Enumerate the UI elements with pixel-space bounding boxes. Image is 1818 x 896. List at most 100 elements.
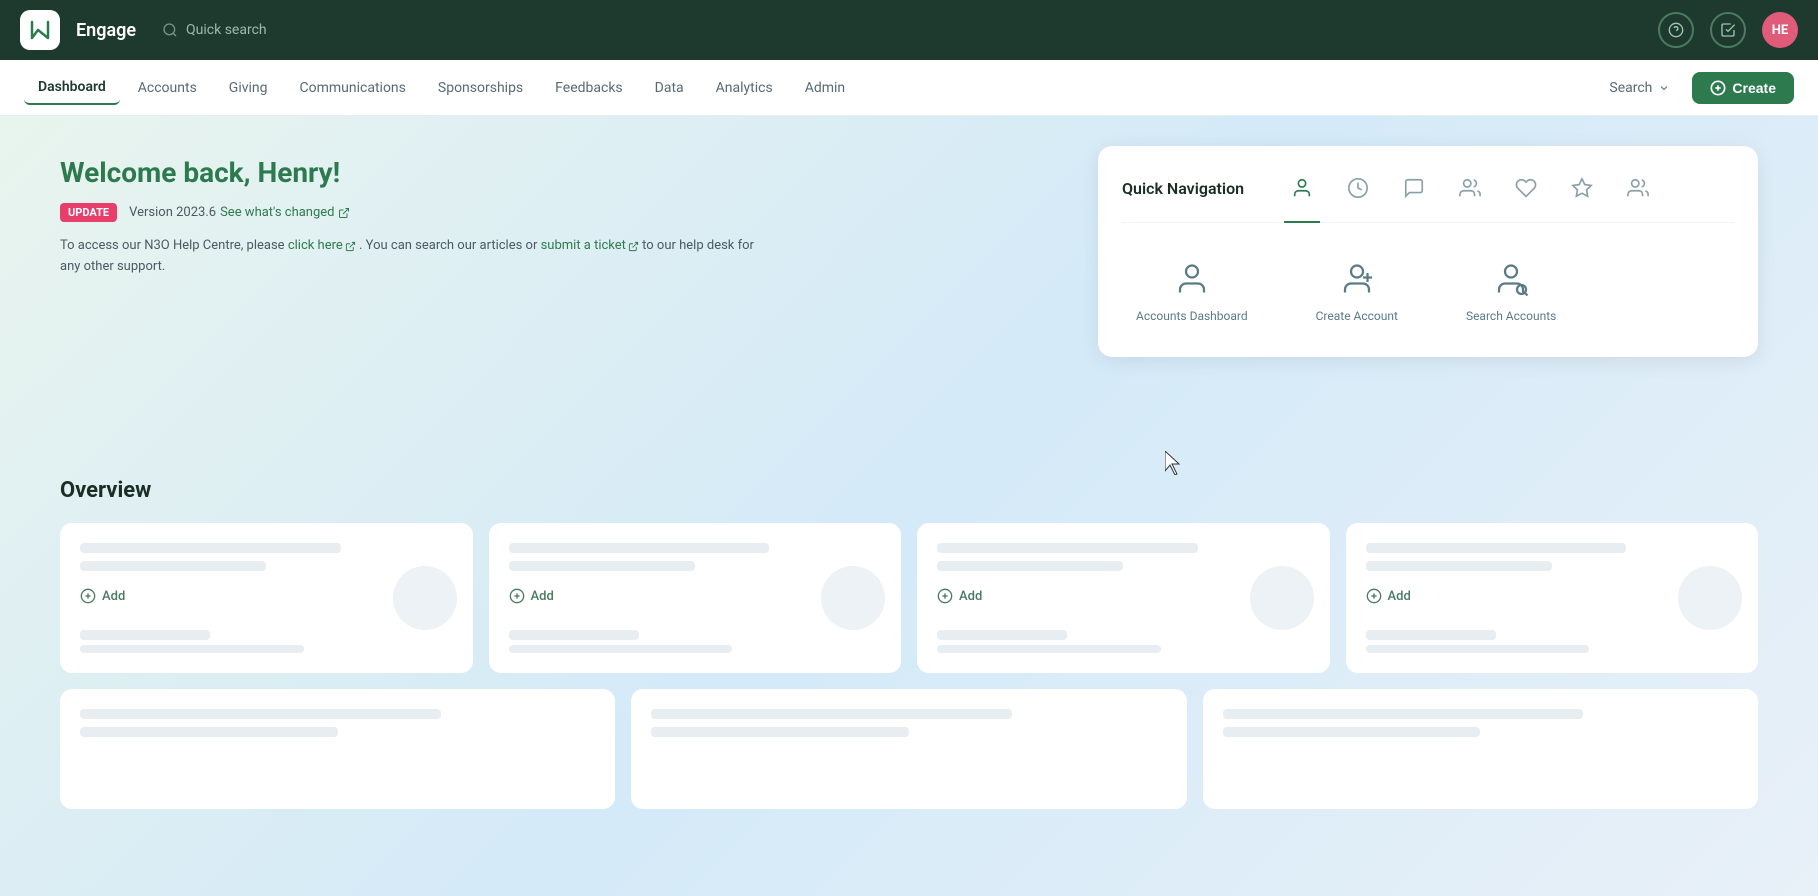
card-3-add-button[interactable]: Add	[937, 588, 982, 604]
qn-item-create-account[interactable]: Create Account	[1302, 247, 1412, 333]
card-1-add-button[interactable]: Add	[80, 588, 125, 604]
click-here-link[interactable]: click here	[288, 236, 356, 257]
quick-nav-items: Accounts Dashboard Create Account Se	[1122, 247, 1734, 333]
skeleton-line	[937, 645, 1161, 653]
submit-ticket-link[interactable]: submit a ticket	[541, 236, 639, 257]
search-accounts-icon	[1489, 257, 1533, 301]
nav-item-accounts[interactable]: Accounts	[124, 72, 211, 104]
card-4-skeleton	[1366, 543, 1739, 571]
card-2-circle	[821, 566, 885, 630]
card-4-add-button[interactable]: Add	[1366, 588, 1411, 604]
skeleton-line	[937, 543, 1198, 553]
overview-bottom-card-1	[60, 689, 615, 809]
skeleton-line	[651, 709, 1012, 719]
nav-item-analytics[interactable]: Analytics	[702, 72, 787, 104]
main-content: Welcome back, Henry! UPDATE Version 2023…	[0, 116, 1818, 896]
nav-item-feedbacks[interactable]: Feedbacks	[541, 72, 636, 104]
qn-tab-data[interactable]	[1564, 170, 1600, 206]
add-label-2: Add	[531, 589, 554, 604]
create-label: Create	[1732, 80, 1776, 96]
overview-section: Overview Add	[60, 478, 1758, 809]
search-accounts-label: Search Accounts	[1466, 309, 1556, 323]
overview-card-4: Add	[1346, 523, 1759, 673]
overview-card-1: Add	[60, 523, 473, 673]
update-badge: UPDATE	[60, 203, 117, 222]
quick-search-label: Quick search	[186, 22, 267, 38]
add-label-4: Add	[1388, 589, 1411, 604]
skeleton-line	[651, 727, 909, 737]
overview-bottom-card-2	[631, 689, 1186, 809]
mouse-cursor	[1165, 451, 1185, 479]
qn-tab-heart[interactable]	[1508, 170, 1544, 206]
search-dropdown[interactable]: Search	[1599, 74, 1680, 102]
card-4-circle	[1678, 566, 1742, 630]
welcome-prefix: Welcome back,	[60, 156, 257, 189]
nav-item-sponsorships[interactable]: Sponsorships	[424, 72, 537, 104]
nav-item-admin[interactable]: Admin	[791, 72, 859, 104]
skeleton-line	[1223, 709, 1584, 719]
overview-card-3: Add	[917, 523, 1330, 673]
overview-bottom-card-3	[1203, 689, 1758, 809]
qn-tab-accounts[interactable]	[1284, 170, 1320, 206]
skeleton-line	[509, 543, 770, 553]
app-logo[interactable]	[20, 10, 60, 50]
help-intro: To access our N3O Help Centre, please	[60, 238, 285, 253]
help-mid: . You can search our articles or	[359, 238, 537, 253]
app-title: Engage	[76, 20, 136, 41]
welcome-name: Henry!	[257, 156, 340, 189]
skeleton-line	[80, 561, 266, 571]
overview-cards-row2	[60, 689, 1758, 809]
card-2-add-button[interactable]: Add	[509, 588, 554, 604]
navbar: Dashboard Accounts Giving Communications…	[0, 60, 1818, 116]
topbar-icons: HE	[1658, 12, 1798, 48]
add-label-1: Add	[102, 589, 125, 604]
see-changes-link[interactable]: See what's changed	[220, 205, 349, 220]
skeleton-line	[1366, 543, 1627, 553]
card-1-skeleton	[80, 543, 453, 571]
qn-item-accounts-dashboard[interactable]: Accounts Dashboard	[1122, 247, 1262, 333]
nav-right: Search Create	[1599, 72, 1794, 104]
skeleton-line	[1366, 645, 1590, 653]
skeleton-line	[1366, 561, 1552, 571]
nav-item-communications[interactable]: Communications	[286, 72, 420, 104]
skeleton-line	[80, 727, 338, 737]
accounts-dashboard-label: Accounts Dashboard	[1136, 309, 1248, 323]
skeleton-line	[937, 561, 1123, 571]
quick-nav-title: Quick Navigation	[1122, 179, 1244, 198]
quick-nav-header: Quick Navigation	[1122, 170, 1734, 223]
qn-tab-sponsorships[interactable]	[1452, 170, 1488, 206]
quick-search[interactable]: Quick search	[162, 22, 1642, 38]
skeleton-line	[80, 645, 304, 653]
see-changes-text: See what's changed	[220, 205, 334, 220]
skeleton-line	[509, 561, 695, 571]
help-button[interactable]	[1658, 12, 1694, 48]
qn-tab-communications[interactable]	[1396, 170, 1432, 206]
qn-item-search-accounts[interactable]: Search Accounts	[1452, 247, 1570, 333]
card-2-skeleton	[509, 543, 882, 571]
nav-item-dashboard[interactable]: Dashboard	[24, 71, 120, 105]
quick-nav-card: Quick Navigation	[1098, 146, 1758, 357]
card-3-circle	[1250, 566, 1314, 630]
skeleton-line	[80, 630, 210, 640]
add-label-3: Add	[959, 589, 982, 604]
skeleton-line	[1223, 727, 1481, 737]
submit-ticket-text: submit a ticket	[541, 236, 626, 257]
click-here-text: click here	[288, 236, 343, 257]
create-button[interactable]: Create	[1692, 72, 1794, 104]
welcome-section: Welcome back, Henry! UPDATE Version 2023…	[60, 156, 760, 278]
nav-item-giving[interactable]: Giving	[215, 72, 282, 104]
skeleton-line	[1366, 630, 1496, 640]
accounts-dashboard-icon	[1170, 257, 1214, 301]
topbar: Engage Quick search HE	[0, 0, 1818, 60]
search-label: Search	[1609, 80, 1652, 96]
help-text: To access our N3O Help Centre, please cl…	[60, 236, 760, 278]
user-avatar[interactable]: HE	[1762, 12, 1798, 48]
create-account-label: Create Account	[1316, 309, 1398, 323]
create-account-icon	[1335, 257, 1379, 301]
qn-tab-users[interactable]	[1620, 170, 1656, 206]
overview-title: Overview	[60, 478, 1758, 503]
tasks-button[interactable]	[1710, 12, 1746, 48]
skeleton-line	[937, 630, 1067, 640]
nav-item-data[interactable]: Data	[641, 72, 698, 104]
qn-tab-giving[interactable]	[1340, 170, 1376, 206]
